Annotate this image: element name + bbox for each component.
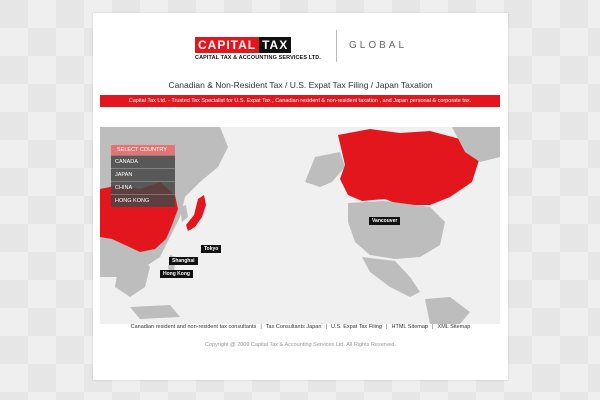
south-america-land [425,297,470,324]
country-selector-header: SELECT COUNTRY [111,145,175,155]
canada-region [338,129,480,205]
country-option-china[interactable]: CHINA [111,181,175,194]
copyright-text: Copyright @ 2009 Capital Tax & Accountin… [204,342,397,348]
logo-capital-text: CAPITAL [195,37,260,53]
city-label-tokyo[interactable]: Tokyo [201,245,222,253]
footer-separator: | [258,324,264,330]
city-label-hong-kong[interactable]: Hong Kong [160,270,193,278]
japan-region [186,195,206,231]
footer-separator: | [384,324,389,330]
alaska-land [305,152,345,187]
mexico-land [362,257,420,297]
country-option-canada[interactable]: CANADA [111,155,175,168]
footer-link-canadian-tax[interactable]: Canadian resident and non-resident tax c… [131,324,257,330]
city-label-vancouver[interactable]: Vancouver [369,217,401,225]
footer-link-xml-sitemap[interactable]: XML Sitemap [438,324,471,330]
footer-links: Canadian resident and non-resident tax c… [93,324,508,330]
usa-land [348,201,445,259]
country-option-japan[interactable]: JAPAN [111,168,175,181]
page-container: CAPITAL TAX CAPITAL TAX & ACCOUNTING SER… [93,13,508,380]
logo-tax-text: TAX [259,37,292,53]
logo-divider [336,30,337,62]
footer-separator: | [430,324,436,330]
world-map: SELECT COUNTRY CANADA JAPAN CHINA HONG K… [100,127,500,324]
page-heading: Canadian & Non-Resident Tax / U.S. Expat… [168,80,433,90]
city-label-shanghai[interactable]: Shanghai [169,257,198,265]
footer-link-html-sitemap[interactable]: HTML Sitemap [392,324,428,330]
indonesia-land [130,305,180,319]
korea-land [180,205,188,222]
country-selector: SELECT COUNTRY CANADA JAPAN CHINA HONG K… [111,145,175,207]
se-asia-land [115,255,150,297]
footer-link-us-expat[interactable]: U.S. Expat Tax Filing [331,324,382,330]
company-logo[interactable]: CAPITAL TAX CAPITAL TAX & ACCOUNTING SER… [195,37,321,61]
logo-subtitle: CAPITAL TAX & ACCOUNTING SERVICES LTD. [195,55,321,61]
tagline-banner: Capital Tax Ltd. - Trusted Tax Specialis… [100,95,500,107]
footer-separator: | [323,324,329,330]
logo-global: GLOBAL [349,40,408,51]
footer-link-japan-tax[interactable]: Tax Consultants Japan [266,324,322,330]
country-option-hong-kong[interactable]: HONG KONG [111,194,175,207]
